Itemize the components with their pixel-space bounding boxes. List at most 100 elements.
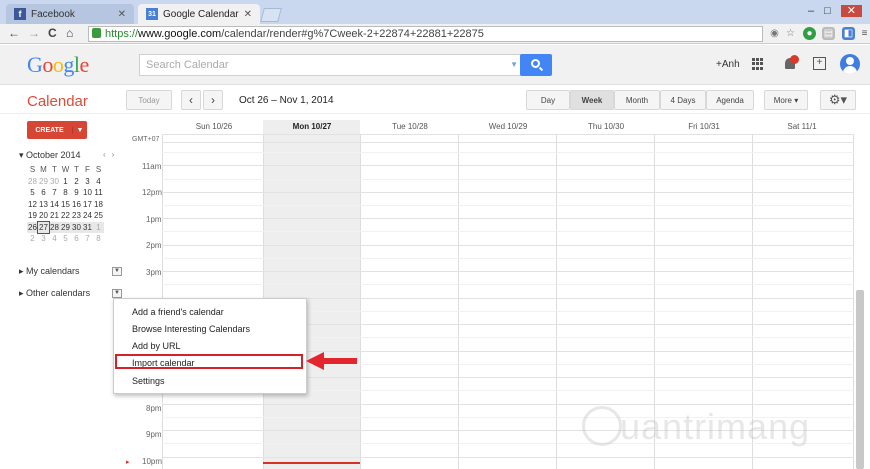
mini-day[interactable]: 23 — [71, 210, 82, 222]
my-calendars-toggle[interactable]: ▸ My calendars — [19, 266, 80, 277]
mini-day[interactable]: 12 — [27, 199, 38, 211]
close-icon[interactable]: ✕ — [118, 9, 126, 20]
star-icon[interactable]: ☆ — [784, 27, 797, 40]
other-calendars-dropdown-icon[interactable]: ▼ — [112, 289, 122, 298]
mini-day[interactable]: 11 — [93, 187, 104, 199]
menu-item-add-by-url[interactable]: Add by URL — [132, 341, 181, 351]
back-arrow-icon[interactable]: ← — [8, 26, 20, 40]
mini-day[interactable]: 7 — [49, 187, 60, 199]
mini-day[interactable]: 21 — [49, 210, 60, 222]
mini-day[interactable]: 9 — [71, 187, 82, 199]
minimize-icon[interactable]: – — [808, 5, 824, 17]
extension-icon-3[interactable]: ◧ — [842, 27, 855, 40]
mini-day[interactable]: 31 — [82, 221, 93, 233]
settings-gear-icon[interactable]: ⚙▾ — [820, 90, 856, 110]
column-header-thu[interactable]: Thu 10/30 — [558, 122, 654, 131]
mini-day[interactable]: 26 — [27, 221, 38, 233]
mini-day[interactable]: 22 — [60, 210, 71, 222]
mini-day[interactable]: 19 — [27, 210, 38, 222]
mini-day[interactable]: 20 — [38, 210, 49, 222]
url-field[interactable]: https://www.google.com/calendar/render#g… — [88, 26, 763, 42]
mini-day[interactable]: 14 — [49, 199, 60, 211]
mini-day[interactable]: 6 — [38, 187, 49, 199]
eye-icon[interactable]: ◉ — [768, 27, 781, 40]
new-tab-button[interactable] — [260, 8, 282, 22]
mini-day[interactable]: 1 — [60, 176, 71, 188]
mini-day[interactable]: 4 — [49, 233, 60, 245]
share-plus-icon[interactable]: + — [813, 57, 826, 70]
mini-day[interactable]: 18 — [93, 199, 104, 211]
extension-icon-2[interactable]: ▤ — [822, 27, 835, 40]
scrollbar[interactable] — [856, 290, 864, 469]
view-day-button[interactable]: Day — [526, 90, 570, 110]
mini-day[interactable]: 17 — [82, 199, 93, 211]
close-icon[interactable]: ✕ — [244, 9, 252, 20]
mini-day[interactable]: 25 — [93, 210, 104, 222]
column-header-wed[interactable]: Wed 10/29 — [460, 122, 556, 131]
home-icon[interactable]: ⌂ — [66, 26, 73, 40]
close-window-icon[interactable]: ✕ — [840, 5, 862, 17]
menu-item-add-friend[interactable]: Add a friend's calendar — [132, 307, 224, 317]
mini-day[interactable]: 8 — [60, 187, 71, 199]
window-controls[interactable]: –□ ✕ — [808, 4, 862, 17]
mini-day[interactable]: 16 — [71, 199, 82, 211]
mini-day[interactable]: 15 — [60, 199, 71, 211]
mini-day[interactable]: 10 — [82, 187, 93, 199]
app-title[interactable]: Calendar — [27, 93, 88, 110]
mini-day[interactable]: 8 — [93, 233, 104, 245]
tab-facebook[interactable]: f Facebook ✕ — [6, 4, 134, 24]
mini-day-today[interactable]: 27 — [37, 220, 50, 234]
tab-google-calendar[interactable]: 31 Google Calendar ✕ — [138, 4, 260, 24]
mini-day[interactable]: 3 — [82, 176, 93, 188]
mini-day[interactable]: 4 — [93, 176, 104, 188]
create-dropdown-icon[interactable]: ▼ — [73, 127, 87, 134]
column-header-tue[interactable]: Tue 10/28 — [362, 122, 458, 131]
notifications-icon[interactable] — [783, 55, 799, 71]
mini-next-icon[interactable]: › — [112, 150, 121, 159]
create-button[interactable]: CREATE ▼ — [27, 121, 87, 139]
view-agenda-button[interactable]: Agenda — [706, 90, 754, 110]
view-week-button[interactable]: Week — [570, 90, 614, 110]
column-header-sun[interactable]: Sun 10/26 — [166, 122, 262, 131]
search-input[interactable]: Search Calendar ▼ — [139, 54, 525, 76]
mini-day[interactable]: 24 — [82, 210, 93, 222]
more-button[interactable]: More ▾ — [764, 90, 808, 110]
mini-day[interactable]: 28 — [27, 176, 38, 188]
mini-day[interactable]: 5 — [60, 233, 71, 245]
view-month-button[interactable]: Month — [614, 90, 660, 110]
next-button[interactable]: › — [203, 90, 223, 110]
column-header-fri[interactable]: Fri 10/31 — [656, 122, 752, 131]
mini-calendar-nav[interactable]: ‹› — [103, 150, 120, 159]
mini-day[interactable]: 3 — [38, 233, 49, 245]
mini-day[interactable]: 2 — [71, 176, 82, 188]
mini-day[interactable]: 2 — [27, 233, 38, 245]
today-button[interactable]: Today — [126, 90, 172, 110]
mini-day[interactable]: 30 — [71, 221, 82, 233]
mini-day[interactable]: 6 — [71, 233, 82, 245]
user-name[interactable]: +Anh — [716, 59, 740, 70]
menu-item-browse[interactable]: Browse Interesting Calendars — [132, 324, 250, 334]
menu-icon[interactable]: ≡ — [858, 27, 870, 40]
mini-calendar-title[interactable]: ▾ October 2014 — [19, 150, 81, 161]
apps-grid-icon[interactable] — [752, 58, 764, 70]
mini-prev-icon[interactable]: ‹ — [103, 150, 112, 159]
mini-day[interactable]: 13 — [38, 199, 49, 211]
column-header-sat[interactable]: Sat 11/1 — [754, 122, 850, 131]
my-calendars-dropdown-icon[interactable]: ▼ — [112, 267, 122, 276]
mini-day[interactable]: 7 — [82, 233, 93, 245]
mini-day[interactable]: 29 — [60, 221, 71, 233]
forward-arrow-icon[interactable]: → — [28, 26, 40, 40]
mini-day[interactable]: 30 — [49, 176, 60, 188]
reload-icon[interactable]: C — [48, 26, 57, 40]
extension-icon[interactable]: ● — [803, 27, 816, 40]
mini-day[interactable]: 29 — [38, 176, 49, 188]
prev-button[interactable]: ‹ — [181, 90, 201, 110]
other-calendars-toggle[interactable]: ▸ Other calendars — [19, 288, 90, 299]
menu-item-settings[interactable]: Settings — [132, 376, 165, 386]
avatar[interactable] — [840, 54, 860, 74]
maximize-icon[interactable]: □ — [824, 5, 841, 17]
column-header-mon[interactable]: Mon 10/27 — [264, 122, 360, 131]
mini-day[interactable]: 5 — [27, 187, 38, 199]
google-logo[interactable]: Google — [27, 52, 89, 78]
mini-day[interactable]: 28 — [49, 221, 60, 233]
